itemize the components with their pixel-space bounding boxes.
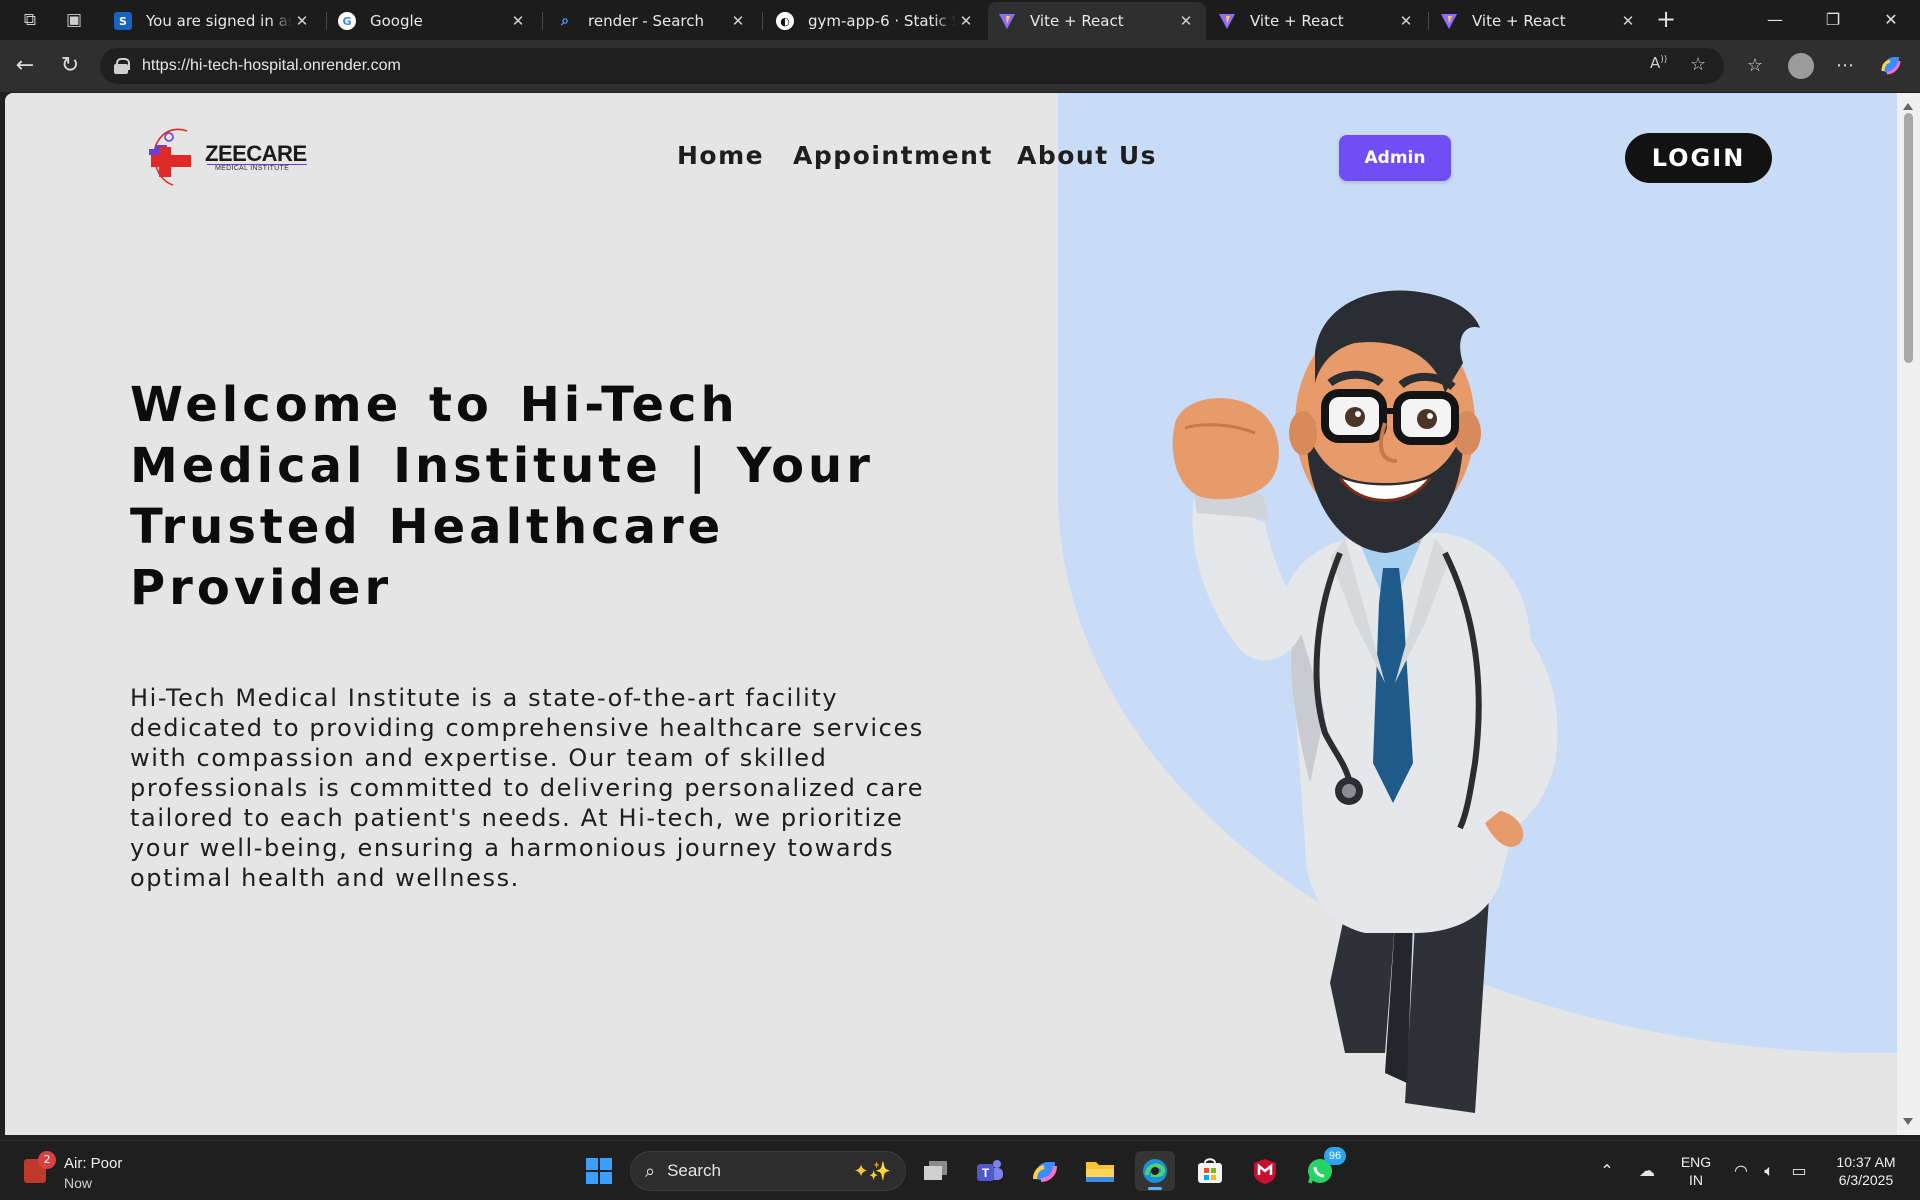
google-icon: G (338, 12, 356, 30)
windows-taskbar: 2 Air: Poor Now ⌕ Search ✦✨ T 96 ⌃ ☁ ENG… (0, 1140, 1920, 1200)
sparkle-icon: ✦✨ (853, 1160, 892, 1182)
vite-icon (1440, 12, 1458, 30)
file-explorer-icon[interactable] (1080, 1151, 1120, 1191)
tab-title: Vite + React (1030, 12, 1124, 30)
read-aloud-icon[interactable]: A)) (1650, 54, 1667, 72)
browser-tab-strip: ⧉ ▣ S You are signed in as r ✕ G Google … (0, 0, 1920, 40)
copilot-icon[interactable] (1878, 53, 1904, 79)
page-viewport: ZEECARE MEDICAL INSTITUTE Home Appointme… (5, 93, 1897, 1135)
battery-icon[interactable]: ▭ (1788, 1161, 1810, 1180)
more-options-icon[interactable]: ⋯ (1832, 53, 1858, 79)
site-logo[interactable]: ZEECARE MEDICAL INSTITUTE (145, 125, 315, 187)
copilot-app-icon[interactable] (1025, 1151, 1065, 1191)
render-icon: ◐ (776, 12, 794, 30)
teams-icon[interactable]: T (970, 1151, 1010, 1191)
task-view-icon[interactable] (916, 1151, 956, 1191)
weather-badge: 2 (38, 1151, 56, 1169)
doctor-illustration (1172, 290, 1558, 1113)
favorites-icon[interactable]: ☆ (1742, 53, 1768, 79)
tab-google[interactable]: G Google ✕ (328, 2, 538, 40)
tab-actions-icon[interactable]: ▣ (62, 8, 86, 32)
close-tab-icon[interactable]: ✕ (1396, 12, 1416, 30)
tab-title: gym-app-6 · Static Si (808, 12, 956, 30)
weather-label: Air: Poor (64, 1155, 123, 1172)
back-icon[interactable]: ← (10, 52, 40, 82)
tab-vite-react-active[interactable]: Vite + React ✕ (988, 2, 1206, 40)
clock[interactable]: 10:37 AM 6/3/2025 (1826, 1153, 1906, 1189)
search-icon: ⌕ (645, 1160, 656, 1182)
workspaces-icon[interactable]: ⧉ (18, 8, 42, 32)
search-icon: ⌕ (561, 13, 569, 29)
close-tab-icon[interactable]: ✕ (292, 12, 312, 30)
close-tab-icon[interactable]: ✕ (728, 12, 748, 30)
tab-title: Vite + React (1472, 12, 1566, 30)
address-bar[interactable]: https://hi-tech-hospital.onrender.com A)… (100, 48, 1724, 84)
svg-text:T: T (982, 1166, 990, 1180)
language-indicator[interactable]: ENG IN (1678, 1153, 1714, 1189)
clock-date: 6/3/2025 (1838, 1172, 1894, 1188)
browser-toolbar: ← ↻ https://hi-tech-hospital.onrender.co… (0, 40, 1920, 92)
nav-home[interactable]: Home (677, 141, 764, 170)
edge-browser-icon[interactable] (1135, 1151, 1175, 1191)
refresh-icon[interactable]: ↻ (55, 52, 85, 82)
show-hidden-icons-chevron-icon[interactable]: ⌃ (1596, 1161, 1618, 1180)
hero-description: Hi-Tech Medical Institute is a state-of-… (130, 684, 925, 892)
restore-icon[interactable]: ❐ (1810, 6, 1856, 34)
close-tab-icon[interactable]: ✕ (956, 12, 976, 30)
minimize-icon[interactable]: — (1752, 6, 1798, 34)
mcafee-icon[interactable] (1245, 1151, 1285, 1191)
login-button[interactable]: LOGIN (1625, 133, 1772, 183)
search-label: Search (667, 1161, 721, 1180)
scroll-up-arrow[interactable] (1903, 103, 1913, 110)
lock-icon[interactable] (114, 58, 130, 74)
profile-avatar-icon[interactable] (1788, 53, 1814, 79)
language-line1: ENG (1680, 1154, 1712, 1170)
nav-about-us[interactable]: About Us (1017, 141, 1157, 170)
favorite-star-icon[interactable]: ☆ (1690, 54, 1706, 75)
language-line2: IN (1689, 1172, 1703, 1188)
vite-icon (1218, 12, 1236, 30)
tab-title: render - Search (588, 12, 704, 30)
admin-button[interactable]: Admin (1339, 135, 1451, 181)
hero-title: Welcome to Hi-Tech Medical Institute | Y… (130, 377, 874, 616)
clock-time: 10:37 AM (1836, 1154, 1896, 1170)
microsoft-store-icon[interactable] (1190, 1151, 1230, 1191)
vite-icon (998, 12, 1016, 30)
logo-cross-icon (149, 128, 191, 186)
tab-vite-react[interactable]: Vite + React ✕ (1208, 2, 1426, 40)
close-window-icon[interactable]: ✕ (1868, 6, 1914, 34)
tab-signed-in[interactable]: S You are signed in as r ✕ (104, 2, 322, 40)
tab-title: Vite + React (1250, 12, 1344, 30)
start-icon[interactable] (579, 1151, 619, 1191)
close-tab-icon[interactable]: ✕ (1618, 12, 1638, 30)
whatsapp-badge: 96 (1324, 1147, 1346, 1165)
tab-title: You are signed in as r (146, 12, 292, 30)
tab-vite-react[interactable]: Vite + React ✕ (1430, 2, 1648, 40)
tab-title: Google (370, 12, 423, 30)
url-text[interactable]: https://hi-tech-hospital.onrender.com (142, 57, 401, 75)
page-scrollbar[interactable] (1897, 93, 1920, 1135)
volume-icon[interactable]: 🔈︎ (1758, 1161, 1780, 1181)
close-tab-icon[interactable]: ✕ (508, 12, 528, 30)
tab-render-search[interactable]: ⌕ render - Search ✕ (546, 2, 758, 40)
nav-appointment[interactable]: Appointment (793, 141, 993, 170)
new-tab-icon[interactable]: + (1652, 6, 1680, 34)
s-icon: S (114, 12, 132, 30)
weather-sub: Now (64, 1175, 93, 1191)
whatsapp-icon[interactable]: 96 (1300, 1147, 1346, 1191)
close-tab-icon[interactable]: ✕ (1176, 12, 1196, 30)
taskbar-search[interactable]: ⌕ Search ✦✨ (630, 1151, 906, 1191)
wifi-icon[interactable]: ◠ (1730, 1161, 1752, 1180)
scroll-down-arrow[interactable] (1903, 1118, 1913, 1125)
tab-gym-app[interactable]: ◐ gym-app-6 · Static Si ✕ (766, 2, 986, 40)
weather-widget[interactable]: 2 Air: Poor Now (24, 1151, 144, 1193)
logo-subtitle: MEDICAL INSTITUTE (215, 165, 290, 172)
onedrive-icon[interactable]: ☁ (1636, 1161, 1658, 1180)
scroll-thumb[interactable] (1904, 113, 1913, 363)
